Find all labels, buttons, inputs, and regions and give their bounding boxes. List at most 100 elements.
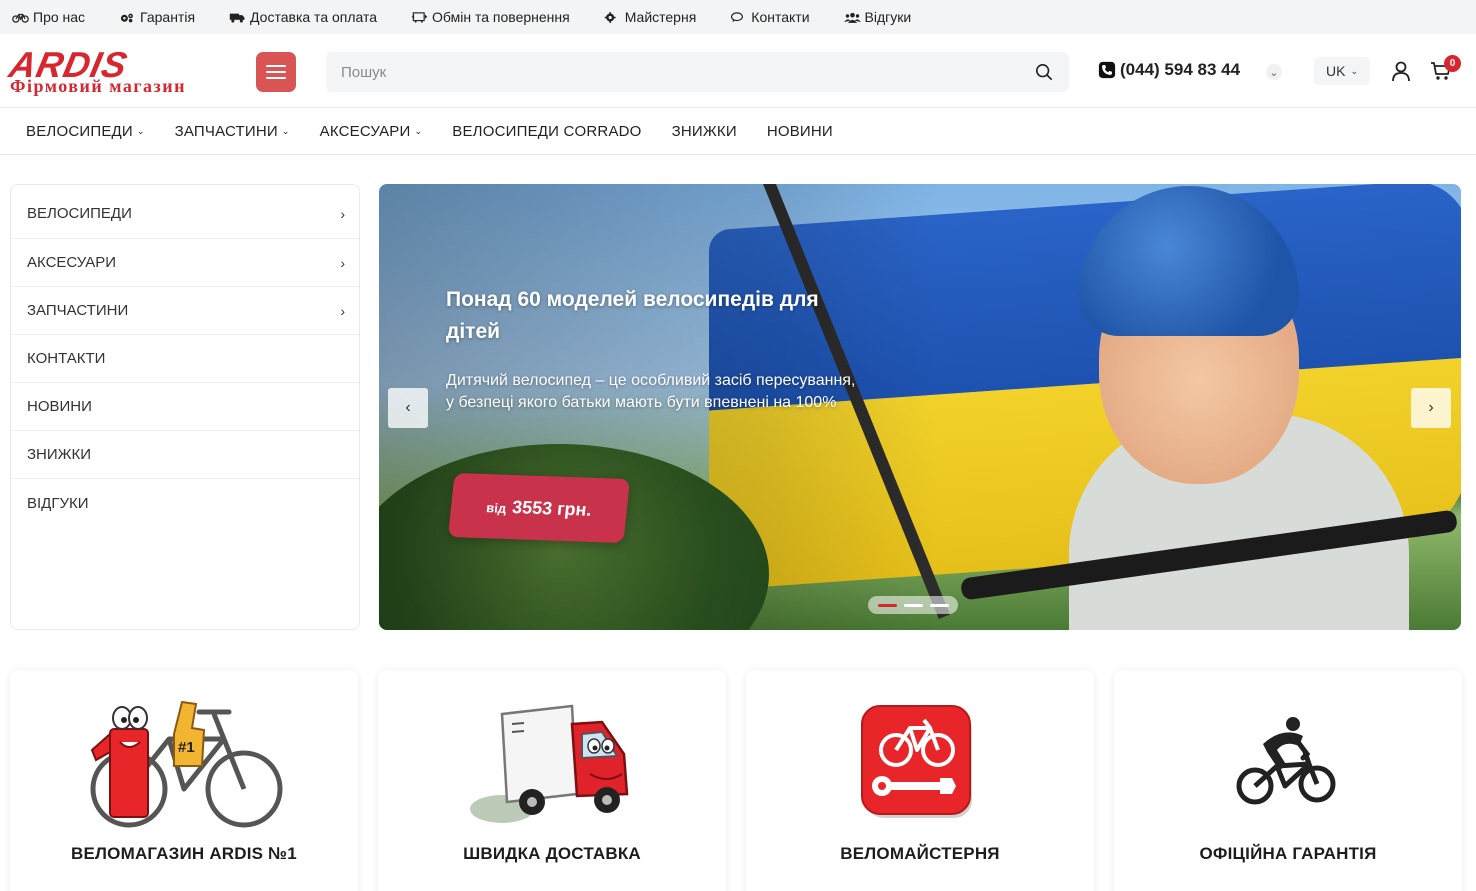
nav-item-bicycles[interactable]: ВЕЛОСИПЕДИ ⌄ — [26, 123, 145, 140]
cart-count-badge: 0 — [1444, 55, 1461, 72]
feature-label: ШВИДКА ДОСТАВКА — [463, 844, 641, 863]
users-icon — [843, 12, 861, 23]
nav-item-corrado[interactable]: ВЕЛОСИПЕДИ CORRADO — [452, 123, 641, 140]
logo-wordmark: ARDIS — [5, 44, 132, 85]
sidebar-item-news[interactable]: НОВИНИ — [11, 383, 359, 431]
nav-item-news[interactable]: НОВИНИ — [767, 123, 833, 140]
slider-prev-button[interactable]: ‹ — [388, 388, 428, 428]
sidebar-item-label: АКСЕСУАРИ — [27, 254, 117, 271]
chevron-down-icon: ⌄ — [281, 125, 290, 136]
features-section: #1 ВЕЛОМАГАЗИН ARDIS №1 ШВИДКА ДОСТАВКА — [10, 670, 1462, 891]
bicycle-icon — [12, 13, 29, 23]
main-navigation: ВЕЛОСИПЕДИ ⌄ ЗАПЧАСТИНИ ⌄ АКСЕСУАРИ ⌄ ВЕЛОС… — [0, 108, 1476, 155]
user-account-icon[interactable] — [1390, 60, 1412, 82]
menu-burger-button[interactable] — [256, 52, 296, 92]
topbar-link-label: Гарантія — [140, 9, 196, 25]
gear-icon — [604, 11, 616, 23]
topbar-link-label: Про нас — [33, 9, 86, 25]
burger-line — [266, 65, 286, 67]
nav-item-label: ВЕЛОСИПЕДИ — [26, 122, 133, 140]
hero-price-button[interactable]: від 3553 грн. — [447, 472, 631, 544]
topbar-link-workshop[interactable]: Майстерня — [604, 9, 697, 25]
sidebar-item-label: ВЕЛОСИПЕДИ — [27, 205, 132, 222]
topbar-link-about[interactable]: Про нас — [12, 9, 85, 25]
feature-card[interactable]: ОФІЦІЙНА ГАРАНТІЯ — [1114, 670, 1462, 891]
sidebar-item-label: НОВИНИ — [27, 398, 92, 415]
slider-dot[interactable] — [903, 603, 923, 607]
nav-item-parts[interactable]: ЗАПЧАСТИНИ ⌄ — [175, 123, 290, 140]
price-value: 3553 грн. — [511, 496, 593, 520]
chevron-down-icon: ⌄ — [1350, 65, 1358, 76]
language-selector[interactable]: UK ⌄ — [1314, 57, 1370, 85]
sidebar-item-label: ВІДГУКИ — [27, 494, 89, 512]
language-value: UK — [1326, 63, 1346, 79]
feature-label: ВЕЛОМАГАЗИН ARDIS №1 — [71, 844, 297, 863]
nav-item-label: ВЕЛОСИПЕДИ CORRADO — [452, 122, 642, 140]
topbar-link-label: Доставка та оплата — [250, 9, 378, 25]
nav-item-label: ЗАПЧАСТИНИ — [174, 122, 278, 140]
topbar-link-label: Майстерня — [624, 9, 697, 25]
burger-line — [266, 71, 286, 73]
truck-icon — [229, 13, 245, 23]
top-info-bar: Про нас Гарантія Доставка та оплата Обмі… — [0, 0, 1476, 34]
sidebar-item-label: ЗНИЖКИ — [27, 446, 92, 463]
search-icon[interactable] — [1035, 63, 1053, 81]
phone-number: (044) 594 83 44 — [1120, 60, 1241, 79]
phone-icon — [1098, 61, 1116, 79]
sidebar-item-accessories[interactable]: АКСЕСУАРИ › — [11, 239, 359, 287]
phone-link[interactable]: (044) 594 83 44 — [1098, 60, 1240, 80]
topbar-link-label: Відгуки — [864, 9, 912, 25]
nav-item-discounts[interactable]: ЗНИЖКИ — [672, 123, 737, 140]
chevron-right-icon: › — [340, 205, 345, 222]
slider-pagination — [868, 596, 958, 614]
delivery-truck-icon — [378, 694, 726, 834]
chevron-right-icon: › — [340, 302, 345, 319]
nav-item-accessories[interactable]: АКСЕСУАРИ ⌄ — [320, 123, 423, 140]
topbar-link-warranty[interactable]: Гарантія — [119, 9, 195, 25]
hero-title: Понад 60 моделей велосипедів для дітей — [446, 288, 819, 343]
slider-dot-active[interactable] — [877, 603, 897, 607]
sidebar-item-label: КОНТАКТИ — [27, 350, 106, 367]
nav-item-label: ЗНИЖКИ — [671, 122, 737, 140]
hero-slider: Понад 60 моделей велосипедів для дітей Д… — [379, 184, 1461, 630]
bmx-rider-icon — [1114, 694, 1462, 834]
search-input[interactable] — [341, 63, 1021, 81]
bike-number-one-icon: #1 — [10, 694, 358, 834]
slider-next-button[interactable]: › — [1411, 388, 1451, 428]
nav-item-label: АКСЕСУАРИ — [319, 122, 411, 140]
site-header: ARDIS Фірмовий магазин (044) 594 83 44 ⌄… — [0, 34, 1476, 108]
chevron-left-icon: ‹ — [405, 399, 411, 416]
burger-line — [266, 77, 286, 79]
topbar-link-reviews[interactable]: Відгуки — [843, 9, 912, 25]
category-sidebar: ВЕЛОСИПЕДИ › АКСЕСУАРИ › ЗАПЧАСТИНИ › КОНТА… — [10, 184, 360, 630]
feature-label: ВЕЛОМАЙСТЕРНЯ — [840, 844, 1000, 863]
chat-icon — [731, 11, 744, 22]
topbar-link-exchange[interactable]: Обмін та повернення — [411, 9, 570, 25]
topbar-link-delivery[interactable]: Доставка та оплата — [229, 9, 377, 25]
sidebar-item-reviews[interactable]: ВІДГУКИ — [11, 479, 359, 527]
sidebar-item-bicycles[interactable]: ВЕЛОСИПЕДИ › — [11, 185, 359, 239]
search-bar — [326, 52, 1069, 92]
feature-card[interactable]: #1 ВЕЛОМАГАЗИН ARDIS №1 — [10, 670, 358, 891]
sidebar-item-parts[interactable]: ЗАПЧАСТИНИ › — [11, 287, 359, 335]
sidebar-item-contacts[interactable]: КОНТАКТИ — [11, 335, 359, 383]
nav-item-label: НОВИНИ — [766, 122, 833, 140]
site-logo[interactable]: ARDIS Фірмовий магазин — [5, 44, 240, 95]
sidebar-item-discounts[interactable]: ЗНИЖКИ — [11, 431, 359, 479]
gears-icon — [120, 13, 133, 22]
feature-label: ОФІЦІЙНА ГАРАНТІЯ — [1199, 844, 1377, 863]
topbar-link-label: Обмін та повернення — [432, 9, 570, 25]
sidebar-item-label: ЗАПЧАСТИНИ — [27, 302, 129, 319]
hero-description: Дитячий велосипед – це особливий засіб п… — [446, 372, 856, 411]
feature-card[interactable]: ШВИДКА ДОСТАВКА — [378, 670, 726, 891]
price-prefix: від — [485, 500, 507, 516]
phone-dropdown-chevron-icon[interactable]: ⌄ — [1266, 64, 1282, 80]
svg-text:#1: #1 — [178, 739, 195, 756]
chevron-right-icon: › — [340, 254, 345, 271]
topbar-link-contacts[interactable]: Контакти — [730, 9, 810, 25]
chevron-down-icon: ⌄ — [136, 125, 145, 136]
slider-dot[interactable] — [929, 603, 949, 607]
chevron-down-icon: ⌄ — [414, 125, 423, 136]
feature-card[interactable]: ВЕЛОМАЙСТЕРНЯ — [746, 670, 1094, 891]
chevron-right-icon: › — [1428, 399, 1434, 416]
